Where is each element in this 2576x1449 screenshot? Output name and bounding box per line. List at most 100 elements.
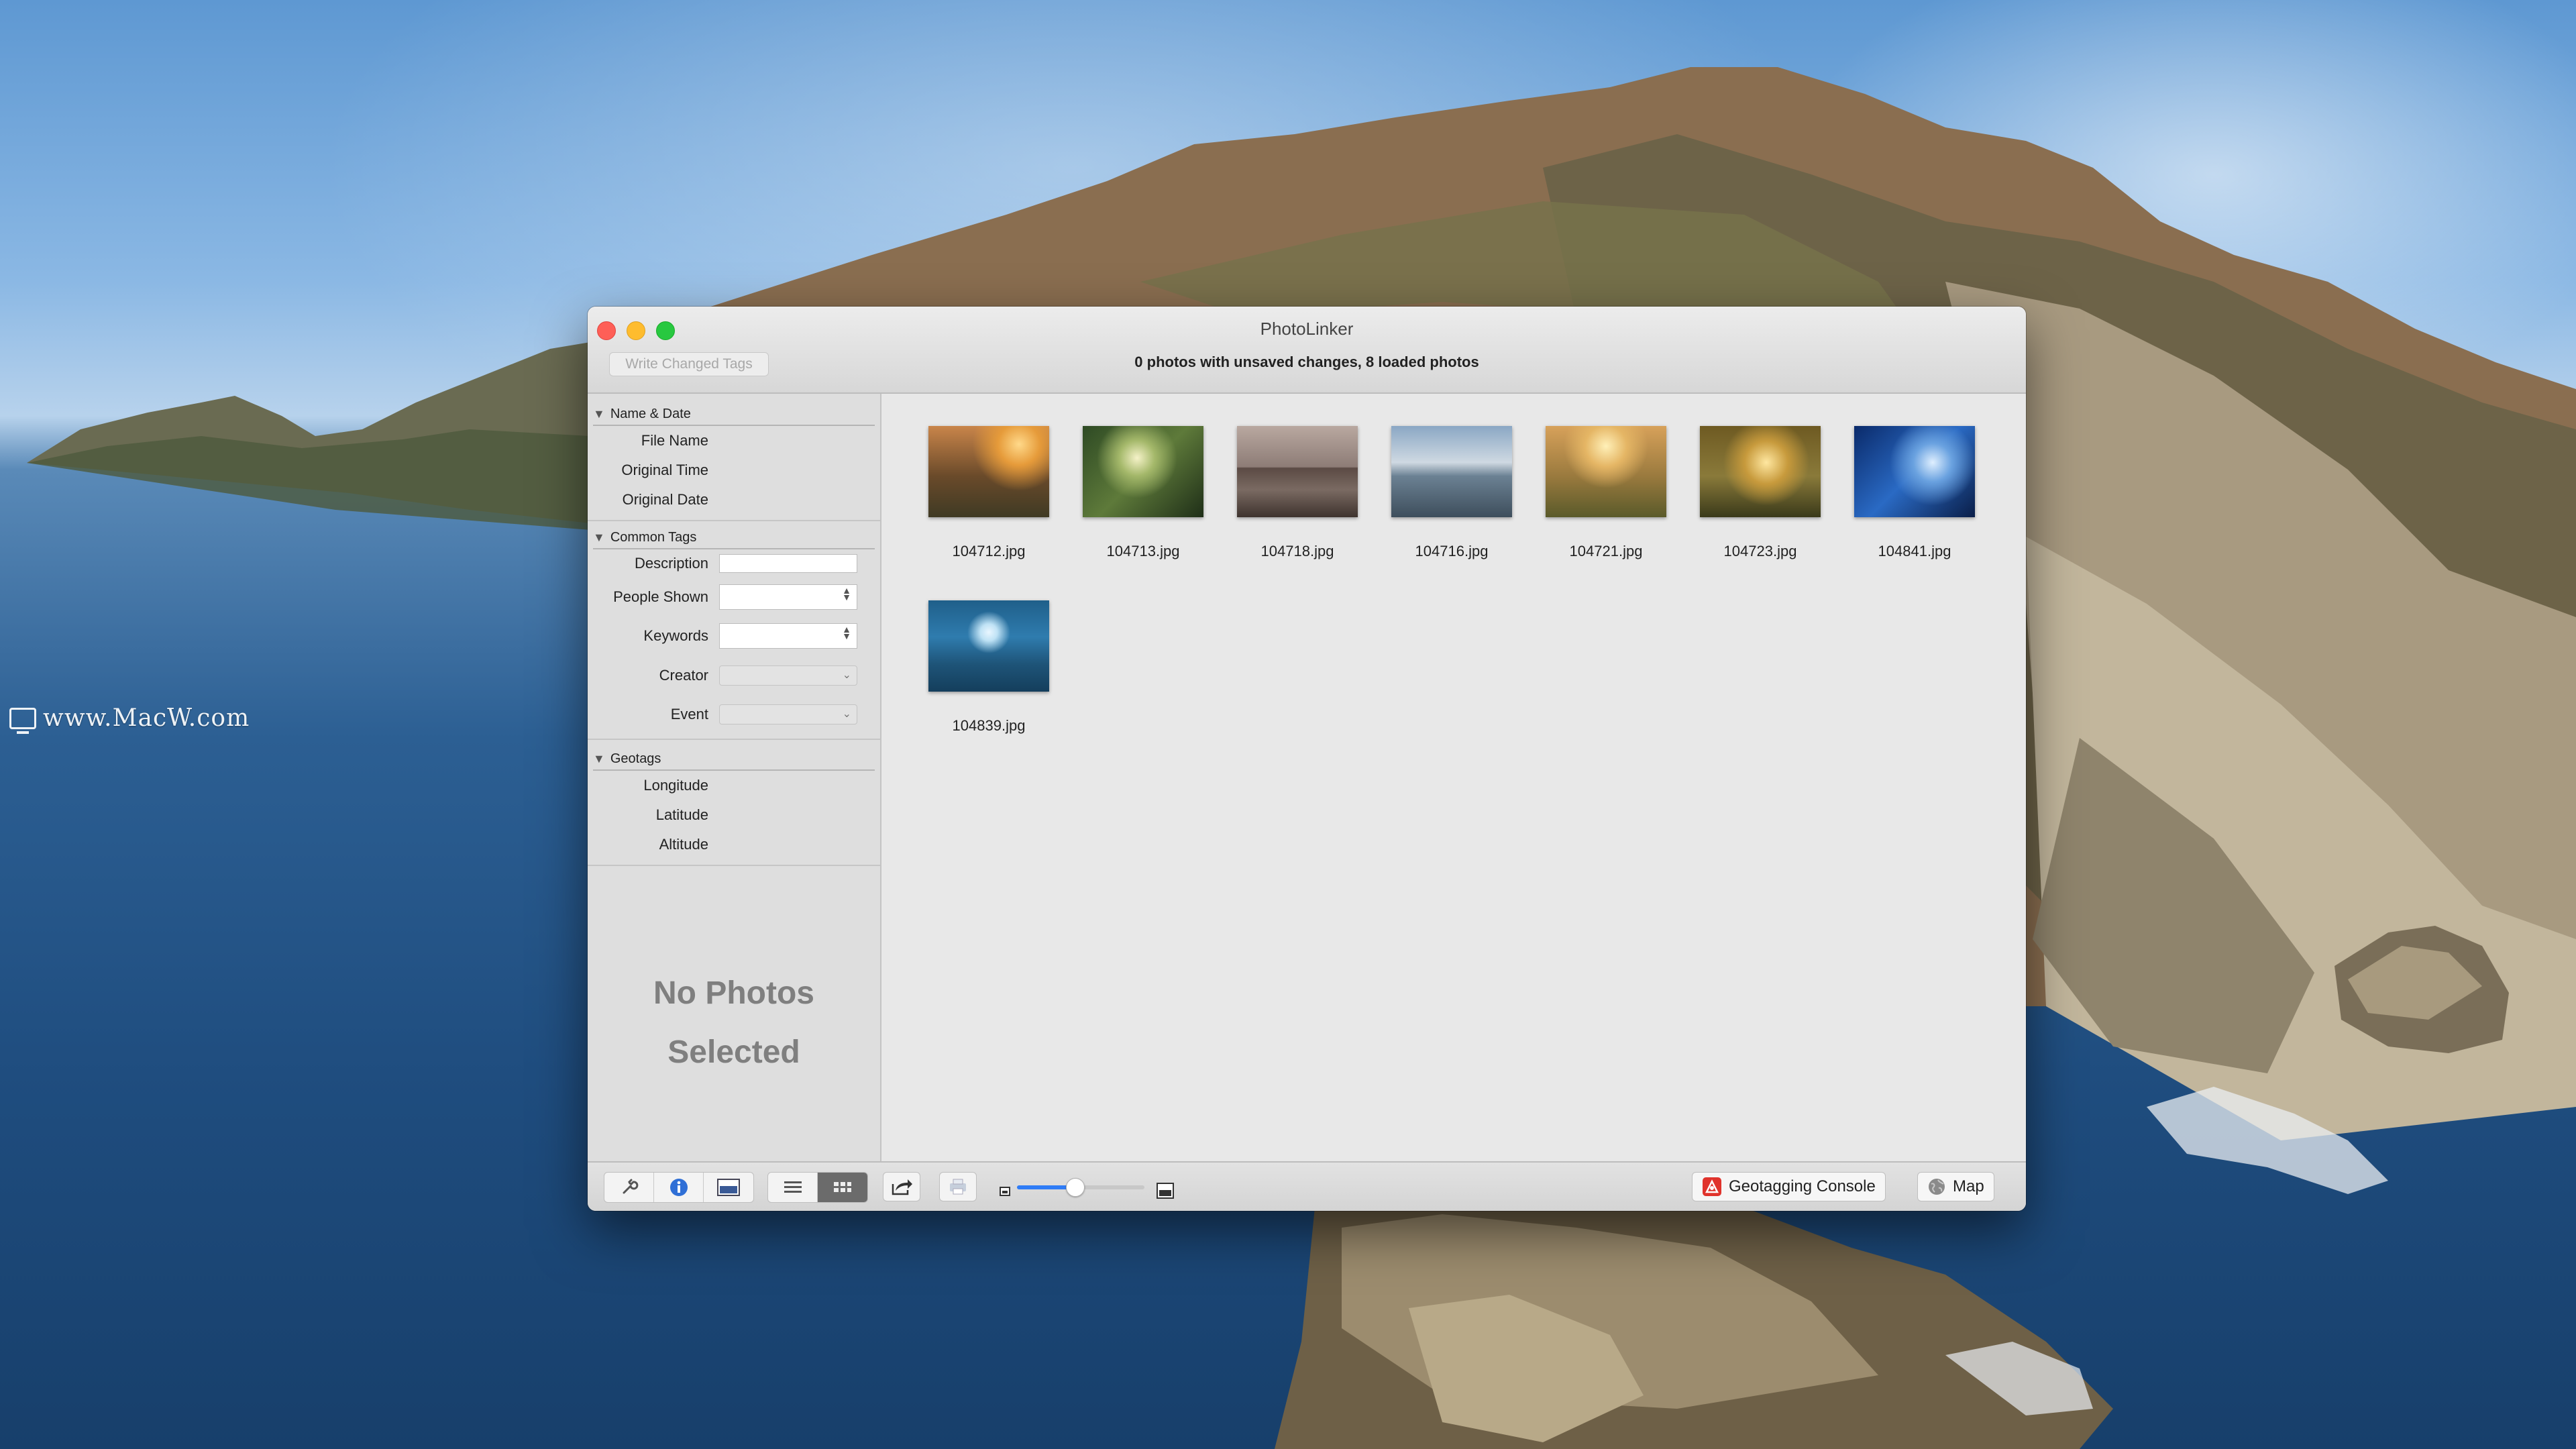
divider	[588, 865, 880, 866]
chevron-down-icon[interactable]: ⌄	[843, 668, 851, 682]
printer-icon	[950, 1179, 966, 1195]
section-geotags[interactable]: ▼ Geotags	[593, 748, 875, 771]
wrench-button[interactable]	[604, 1173, 654, 1202]
field-label: Creator	[659, 667, 708, 684]
photo-image[interactable]	[1700, 426, 1821, 517]
photo-filename: 104841.jpg	[1878, 543, 1951, 559]
watermark-text: www.MacW.com	[43, 704, 250, 732]
window-title: PhotoLinker	[1260, 319, 1354, 339]
photo-image[interactable]	[1391, 426, 1512, 517]
section-common-tags[interactable]: ▼ Common Tags	[593, 527, 875, 549]
field-latitude: Latitude	[588, 800, 880, 830]
field-file-name: File Name	[588, 426, 880, 455]
photo-image[interactable]	[1083, 426, 1203, 517]
field-label: File Name	[641, 432, 708, 449]
field-altitude: Altitude	[588, 830, 880, 859]
photo-image[interactable]	[928, 600, 1049, 692]
monitor-icon	[9, 707, 36, 734]
slider-knob[interactable]	[1065, 1178, 1085, 1197]
photo-filename: 104839.jpg	[952, 717, 1026, 734]
photo-filename: 104713.jpg	[1106, 543, 1180, 559]
photo-thumbnail[interactable]: 104721.jpg	[1546, 426, 1666, 560]
wrench-icon	[623, 1179, 638, 1194]
keywords-input[interactable]: ▲ ▼	[719, 623, 857, 649]
disclosure-triangle-icon[interactable]: ▼	[593, 748, 605, 769]
field-label: Latitude	[655, 806, 708, 823]
field-label: Altitude	[659, 836, 708, 853]
photo-thumbnail[interactable]: 104839.jpg	[928, 600, 1049, 735]
description-input[interactable]	[719, 554, 857, 573]
list-icon	[784, 1181, 802, 1193]
photo-thumbnail[interactable]: 104841.jpg	[1854, 426, 1975, 560]
geotagging-console-label: Geotagging Console	[1729, 1177, 1876, 1195]
info-button[interactable]	[654, 1173, 704, 1202]
large-thumbnail-icon	[1157, 1183, 1174, 1199]
chevron-down-icon[interactable]: ⌄	[843, 707, 851, 720]
disclosure-triangle-icon[interactable]: ▼	[593, 527, 605, 548]
field-label: Keywords	[643, 627, 708, 644]
photo-filename: 104721.jpg	[1569, 543, 1643, 559]
section-title: Name & Date	[610, 407, 691, 421]
title-bar: PhotoLinker Write Changed Tags 0 photos …	[588, 307, 2026, 394]
section-title: Geotags	[610, 751, 661, 766]
preview-button[interactable]	[704, 1173, 753, 1202]
creator-combo[interactable]: ⌄	[719, 665, 857, 686]
field-original-time: Original Time	[588, 455, 880, 485]
photo-thumbnail[interactable]: 104718.jpg	[1237, 426, 1358, 560]
photo-status: 0 photos with unsaved changes, 8 loaded …	[1134, 354, 1479, 370]
photo-image[interactable]	[1546, 426, 1666, 517]
list-view-button[interactable]	[768, 1173, 818, 1202]
field-original-date: Original Date	[588, 485, 880, 515]
print-button[interactable]	[939, 1172, 977, 1201]
photo-image[interactable]	[1854, 426, 1975, 517]
empty-line-1: No Photos	[653, 975, 814, 1011]
photo-image[interactable]	[1237, 426, 1358, 517]
field-keywords: Keywords ▲ ▼	[588, 616, 880, 655]
disclosure-triangle-icon[interactable]: ▼	[593, 403, 605, 425]
bottom-toolbar: Geotagging Console Map	[588, 1161, 2026, 1211]
tag-sidebar: ▼ Name & Date File Name Original Time Or…	[588, 394, 881, 1163]
share-icon	[892, 1179, 912, 1195]
photo-image[interactable]	[928, 426, 1049, 517]
share-button[interactable]	[883, 1172, 920, 1201]
field-label: People Shown	[613, 588, 708, 605]
photo-preview-icon	[717, 1179, 740, 1196]
field-label: Description	[634, 555, 708, 572]
photolinker-window: PhotoLinker Write Changed Tags 0 photos …	[588, 307, 2026, 1211]
empty-line-2: Selected	[667, 1034, 800, 1070]
photo-grid: 104712.jpg 104713.jpg 104718.jpg 104716.jpg…	[881, 394, 2026, 1163]
section-title: Common Tags	[610, 530, 697, 545]
no-selection-message: No Photos Selected	[588, 964, 880, 1082]
photo-thumbnail[interactable]: 104713.jpg	[1083, 426, 1203, 560]
geotagging-console-button[interactable]: Geotagging Console	[1692, 1172, 1886, 1201]
photo-filename: 104712.jpg	[952, 543, 1026, 559]
field-description: Description	[588, 549, 880, 578]
small-thumbnail-icon	[1000, 1187, 1010, 1196]
people-shown-input[interactable]: ▲ ▼	[719, 584, 857, 610]
stepper-icon[interactable]: ▲ ▼	[842, 625, 851, 641]
event-combo[interactable]: ⌄	[719, 704, 857, 724]
field-label: Original Date	[622, 491, 708, 508]
field-label: Event	[670, 706, 708, 722]
field-people-shown: People Shown ▲ ▼	[588, 578, 880, 616]
photo-thumbnail[interactable]: 104723.jpg	[1700, 426, 1821, 560]
field-creator: Creator ⌄	[588, 655, 880, 696]
map-button[interactable]: Map	[1917, 1172, 1994, 1201]
inspector-segment	[604, 1172, 754, 1203]
photo-filename: 104718.jpg	[1260, 543, 1334, 559]
grid-icon	[834, 1182, 851, 1192]
field-longitude: Longitude	[588, 771, 880, 800]
photo-thumbnail[interactable]: 104712.jpg	[928, 426, 1049, 560]
stepper-icon[interactable]: ▲ ▼	[842, 586, 851, 602]
grid-view-button[interactable]	[818, 1173, 867, 1202]
photo-filename: 104723.jpg	[1723, 543, 1797, 559]
watermark: www.MacW.com	[9, 704, 250, 734]
photo-thumbnail[interactable]: 104716.jpg	[1391, 426, 1512, 560]
field-label: Original Time	[621, 462, 708, 478]
thumbnail-size-slider[interactable]	[1017, 1178, 1144, 1197]
field-event: Event ⌄	[588, 696, 880, 733]
map-label: Map	[1953, 1177, 1984, 1195]
photo-filename: 104716.jpg	[1415, 543, 1489, 559]
section-name-date[interactable]: ▼ Name & Date	[593, 403, 875, 426]
field-label: Longitude	[643, 777, 708, 794]
